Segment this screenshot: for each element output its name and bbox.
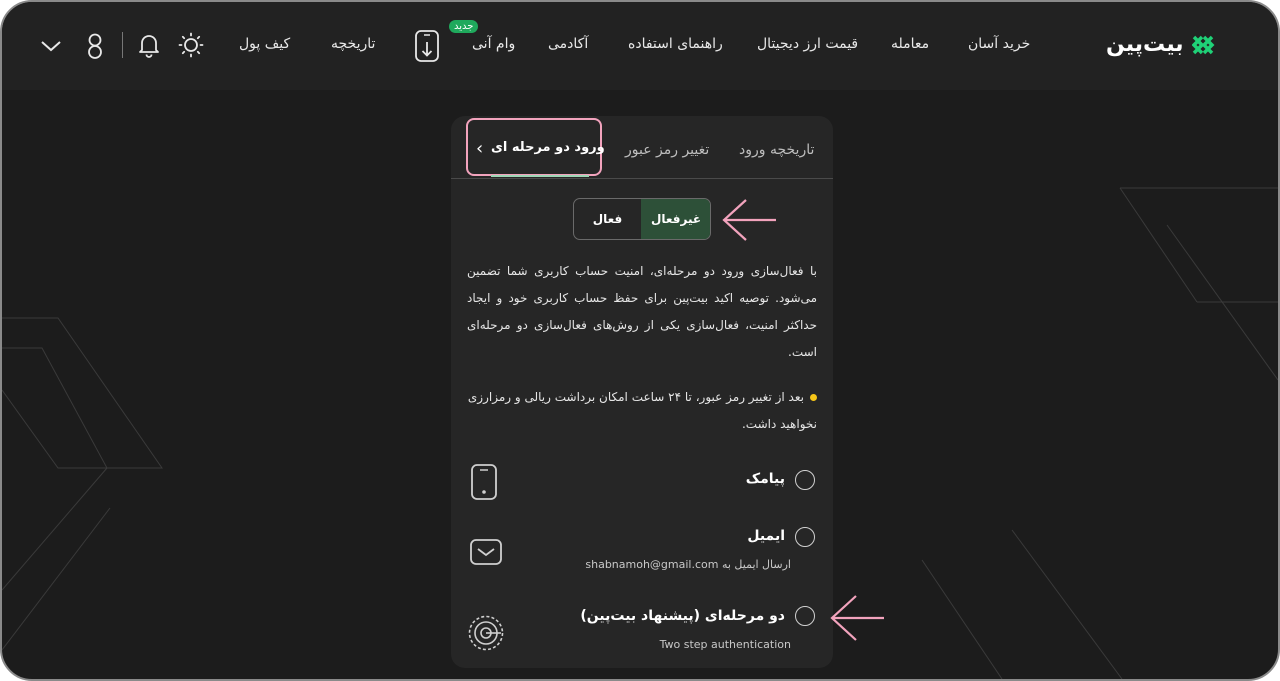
nav-history[interactable]: تاریخچه [331,36,375,52]
email-label: ایمیل [747,528,785,544]
authenticator-icon [467,614,505,656]
brand-logo-mark [1191,35,1215,54]
nav-trade[interactable]: معامله [891,36,929,52]
nav-instant-loan[interactable]: وام آنی [472,36,515,52]
warning-dot-icon [810,394,817,401]
bell-icon[interactable] [137,32,161,58]
nav-wallet[interactable]: کیف پول [239,36,290,52]
sms-label: پیامک [745,471,785,487]
brand-logo-text: بیت‌پین [1106,32,1184,57]
nav-guide[interactable]: راهنمای استفاده [628,36,723,52]
header-divider [122,32,123,58]
active-tab-underline [491,175,589,177]
user-icon[interactable] [84,32,106,60]
security-tabs: تاریخچه ورود تغییر رمز عبور ‹ ورود دو مر… [451,116,833,179]
tab-login-history[interactable]: تاریخچه ورود [739,142,814,158]
two-step-description: با فعال‌سازی ورود دو مرحله‌ای، امنیت حسا… [467,264,817,359]
annotation-arrow-toggle [722,199,776,241]
email-radio[interactable] [795,527,815,547]
authenticator-label: دو مرحله‌ای (پیشنهاد بیت‌پین) [580,608,785,624]
sun-icon[interactable] [178,32,204,58]
toggle-active-option[interactable]: فعال [574,199,641,239]
warning-text: بعد از تغییر رمز عبور، تا ۲۴ ساعت امکان … [467,390,817,431]
new-badge: جدید [449,20,479,33]
download-app-icon[interactable] [413,30,441,62]
authenticator-radio[interactable] [795,606,815,626]
top-navigation-bar: بیت‌پین خرید آسان معامله قیمت ارز دیجیتا… [2,2,1278,90]
annotation-arrow-authenticator [830,595,884,641]
password-change-warning: بعد از تغییر رمز عبور، تا ۲۴ ساعت امکان … [467,384,817,438]
app-window: بیت‌پین خرید آسان معامله قیمت ارز دیجیتا… [0,0,1280,681]
chevron-down-icon[interactable] [40,36,62,56]
brand-logo[interactable]: بیت‌پین [1106,32,1232,57]
tab-change-password[interactable]: تغییر رمز عبور [625,142,709,158]
tab-two-step[interactable]: ورود دو مرحله ای [491,140,605,155]
toggle-inactive-option[interactable]: غیرفعال [641,199,710,239]
nav-easy-buy[interactable]: خرید آسان [968,36,1030,52]
authenticator-hint: Two step authentication [659,638,791,651]
two-step-toggle[interactable]: فعال غیرفعال [573,198,711,240]
mobile-phone-icon [469,464,499,504]
sms-radio[interactable] [795,470,815,490]
envelope-icon [469,538,503,570]
email-address-hint: ارسال ایمیل به shabnamoh@gmail.com [585,558,791,571]
nav-crypto-prices[interactable]: قیمت ارز دیجیتال [757,36,858,52]
nav-academy[interactable]: آکادمی [548,36,588,52]
chevron-left-icon: ‹ [476,138,484,159]
